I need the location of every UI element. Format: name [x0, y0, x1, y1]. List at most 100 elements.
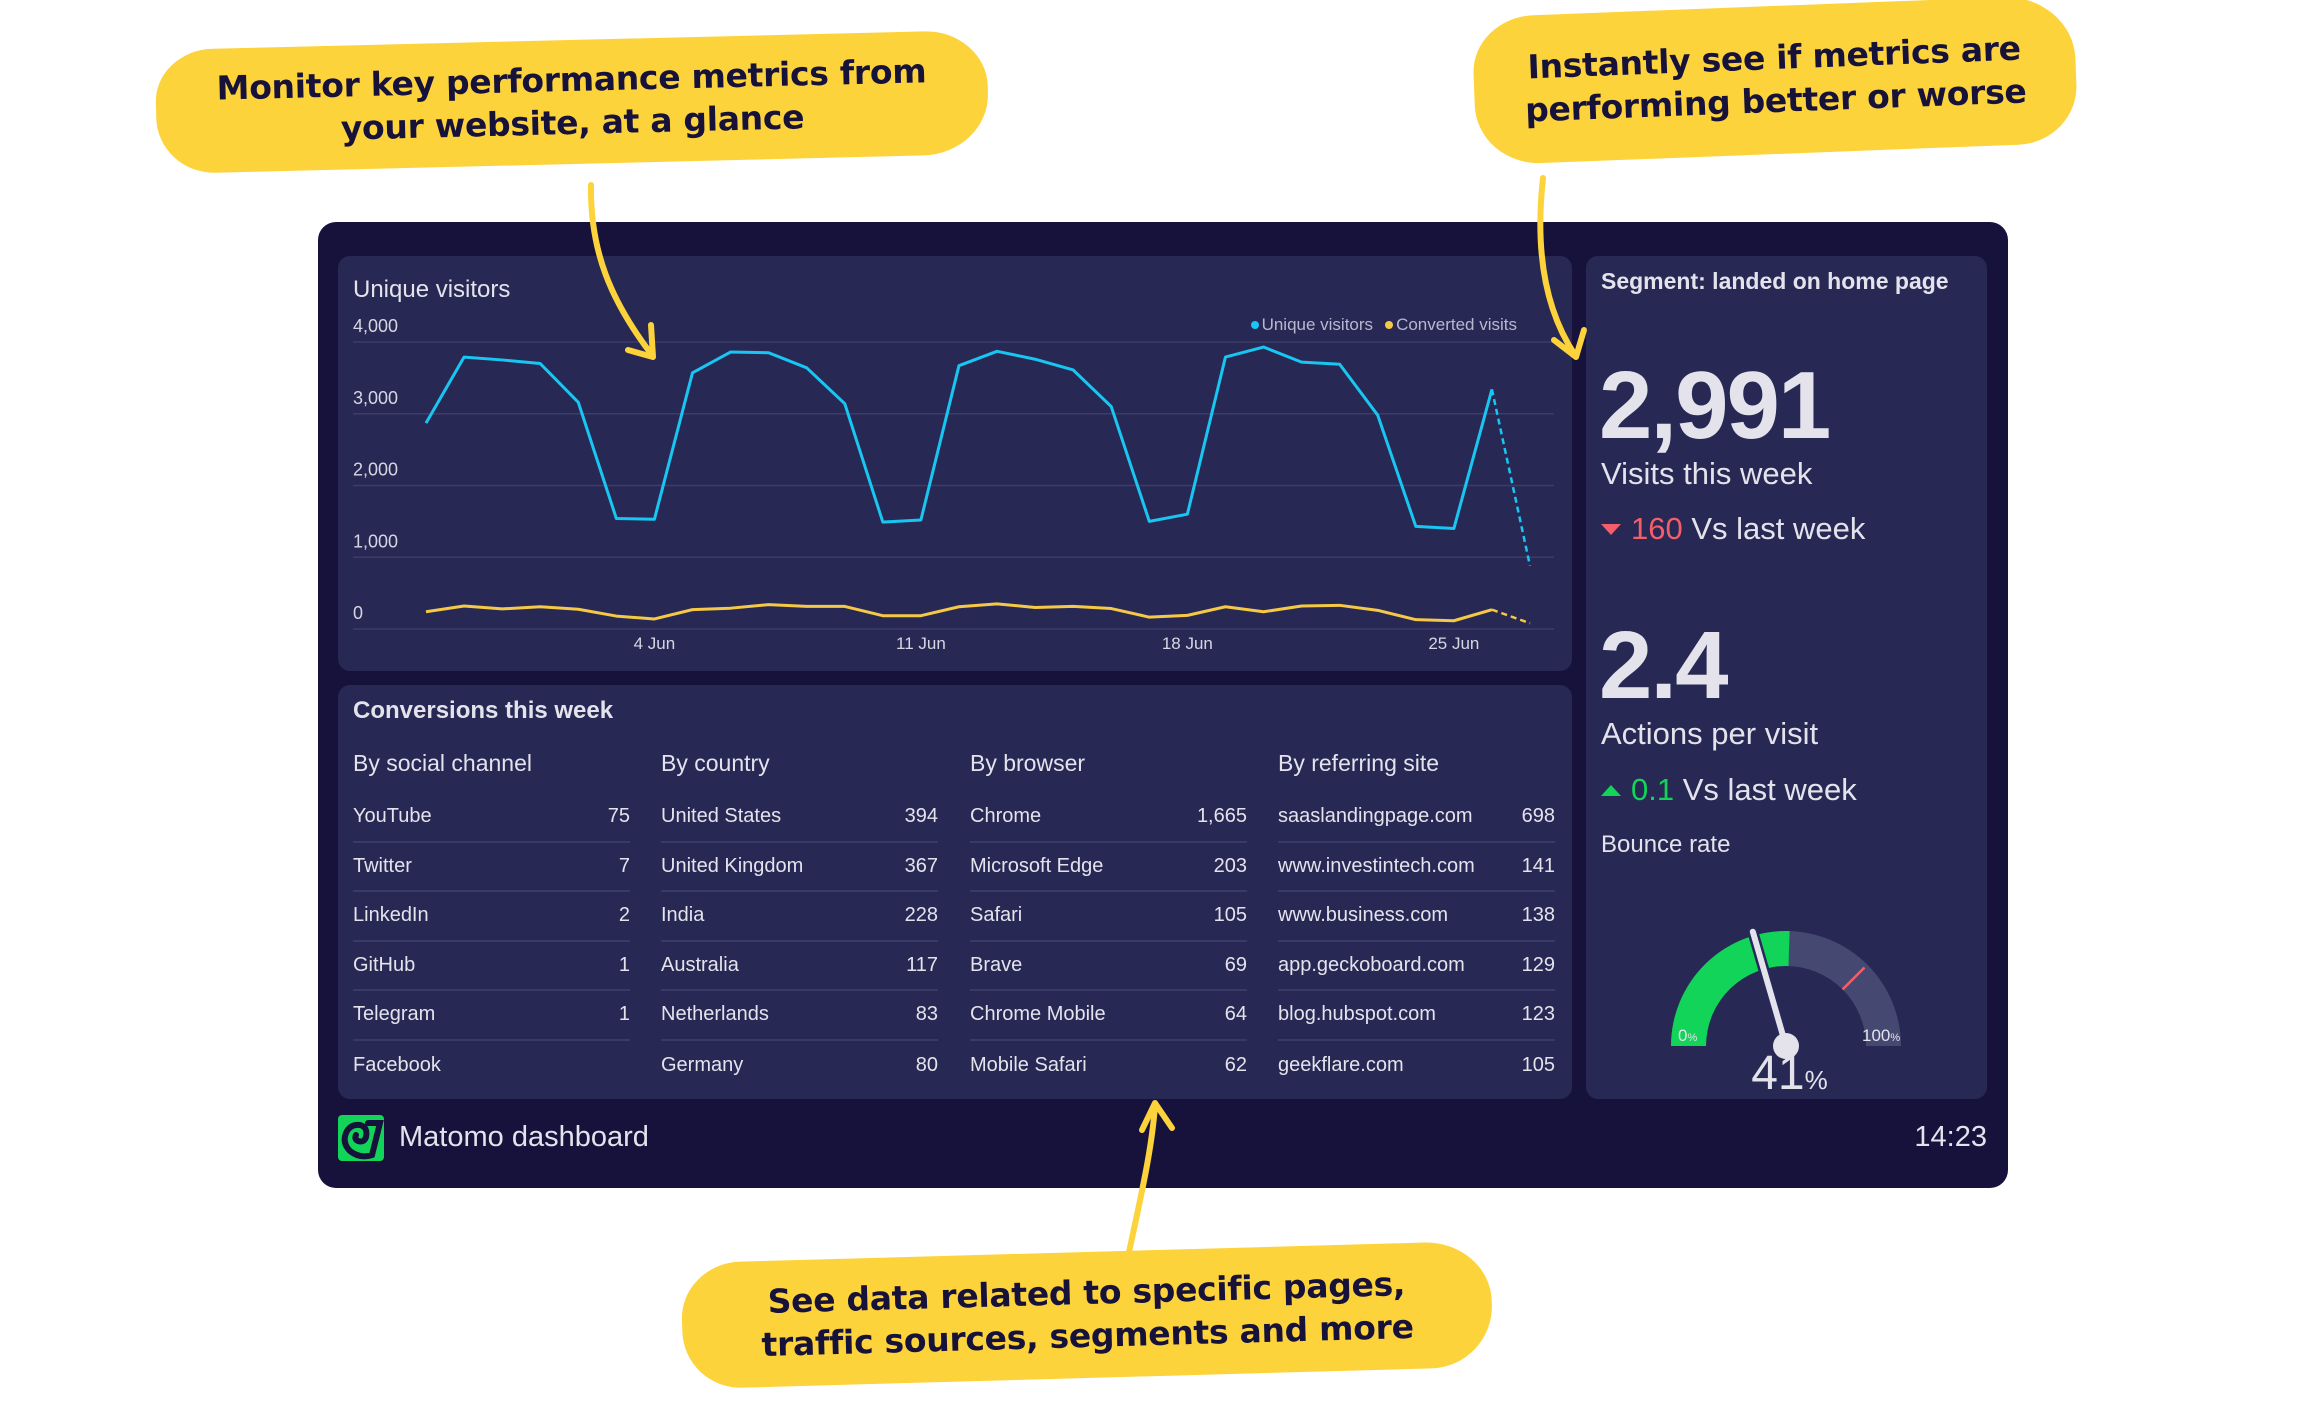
row-value: 698 — [1521, 805, 1555, 828]
clock-time: 14:23 — [1914, 1121, 1987, 1153]
arrow-down-icon — [1601, 523, 1621, 535]
table-row: Chrome Mobile 64 — [970, 991, 1247, 1041]
arrow-up-icon — [1601, 784, 1621, 796]
legend-label: Unique visitors — [1261, 315, 1374, 334]
table-row: Telegram 1 — [353, 991, 630, 1041]
row-label: Chrome — [970, 805, 1042, 828]
table-row: YouTube 75 — [353, 793, 630, 843]
widget-title: Unique visitors — [353, 276, 511, 303]
table-row: Netherlands 83 — [661, 991, 938, 1041]
chart-legend: Unique visitors Converted visits — [1250, 315, 1517, 335]
callout-text: See data related to specific pages, traf… — [760, 1264, 1415, 1365]
y-tick-label: 0 — [353, 603, 363, 623]
row-value: 62 — [1224, 1053, 1247, 1076]
row-value: 1 — [618, 953, 630, 976]
table-row: www.business.com 138 — [1278, 892, 1555, 942]
delta-label: Vs last week — [1691, 511, 1866, 546]
table-row: app.geckoboard.com 129 — [1278, 942, 1555, 991]
row-label: India — [661, 904, 705, 927]
row-label: Safari — [970, 904, 1023, 927]
delta-value: 0.1 — [1631, 772, 1675, 807]
series-line-unique-visitors — [424, 345, 1494, 531]
visits-label: Visits this week — [1601, 456, 1813, 491]
row-label: Germany — [661, 1053, 744, 1076]
column-header: By country — [661, 750, 770, 776]
row-value: 1,665 — [1196, 805, 1247, 828]
conversions-widget: Conversions this week By social channel … — [338, 685, 1572, 1099]
series-projection-converted-visits — [1491, 608, 1531, 625]
delta-value: 160 — [1631, 511, 1683, 546]
row-value: 228 — [904, 904, 938, 927]
geckoboard-logo-icon — [338, 1115, 384, 1161]
table-row: Brave 69 — [970, 942, 1247, 991]
table-row: Chrome 1,665 — [970, 793, 1247, 843]
column-header: By social channel — [353, 750, 532, 776]
unique-visitors-widget: 0 1,000 2,000 3,000 4,000 4 Jun 11 Jun 18 Jun 25… — [338, 256, 1572, 671]
row-value: 7 — [618, 854, 630, 877]
actions-label: Actions per visit — [1601, 716, 1819, 751]
x-tick-label: 4 Jun — [634, 634, 676, 653]
table-row: Microsoft Edge 203 — [970, 843, 1247, 892]
row-label: www.investintech.com — [1278, 854, 1475, 877]
row-label: Telegram — [353, 1003, 436, 1026]
gauge-max-value: 100 — [1862, 1026, 1891, 1045]
table-row: United Kingdom 367 — [661, 843, 938, 892]
row-value: 129 — [1521, 953, 1555, 976]
row-label: geekflare.com — [1278, 1053, 1404, 1076]
row-label: Netherlands — [661, 1003, 769, 1026]
row-value: 367 — [904, 854, 938, 877]
browser-column: By browser Chrome 1,665 Microsoft Edge 203… — [970, 743, 1247, 1090]
column-header: By browser — [970, 750, 1086, 776]
row-value: 123 — [1521, 1003, 1555, 1026]
row-value: 2 — [618, 904, 630, 927]
gauge-max-label: 100% — [1862, 1026, 1900, 1046]
row-value: 64 — [1224, 1003, 1247, 1026]
legend-dot-icon — [1250, 321, 1259, 329]
series-projection-unique-visitors — [1490, 389, 1532, 567]
table-row: Facebook — [353, 1041, 630, 1091]
row-value: 80 — [915, 1053, 938, 1076]
legend-label: Converted visits — [1396, 315, 1517, 334]
table-row: LinkedIn 2 — [353, 892, 630, 942]
row-label: United States — [661, 805, 782, 828]
table-row: India 228 — [661, 892, 938, 942]
y-tick-label: 1,000 — [353, 531, 398, 551]
x-tick-label: 25 Jun — [1428, 634, 1479, 653]
dashboard-frame: 0 1,000 2,000 3,000 4,000 4 Jun 11 Jun 18 Jun 25… — [318, 222, 2008, 1188]
callout-better-or-worse: Instantly see if metrics are performing … — [1471, 0, 2079, 166]
table-row: geekflare.com 105 — [1278, 1041, 1555, 1091]
row-label: United Kingdom — [661, 854, 804, 877]
dashboard-title: Matomo dashboard — [399, 1121, 649, 1153]
row-label: Facebook — [353, 1053, 441, 1076]
callout-segments: See data related to specific pages, traf… — [680, 1240, 1494, 1390]
y-tick-label: 2,000 — [353, 460, 398, 480]
row-label: Australia — [661, 953, 739, 976]
row-value: 105 — [1521, 1053, 1555, 1076]
x-tick-label: 11 Jun — [896, 634, 946, 653]
column-header: By referring site — [1278, 750, 1440, 776]
row-label: app.geckoboard.com — [1278, 953, 1465, 976]
legend-item-unique-visitors: Unique visitors — [1250, 315, 1374, 335]
delta-label: Vs last week — [1682, 772, 1857, 807]
widget-title: Conversions this week — [353, 697, 614, 724]
row-label: Chrome Mobile — [970, 1003, 1106, 1026]
gauge-min-label: 0% — [1678, 1026, 1697, 1046]
bounce-rate-value: 41% — [1586, 1046, 1987, 1101]
series-line-converted-visits — [425, 602, 1493, 623]
table-row: Safari 105 — [970, 892, 1247, 942]
row-value: 117 — [906, 953, 938, 976]
row-label: Brave — [970, 953, 1023, 976]
widget-title: Segment: landed on home page — [1601, 268, 1949, 294]
table-row: Twitter 7 — [353, 843, 630, 892]
country-column: By country United States 394 United Kingd… — [661, 743, 938, 1090]
gauge-min-unit: % — [1687, 1032, 1698, 1044]
row-value: 203 — [1213, 854, 1247, 877]
row-label: blog.hubspot.com — [1278, 1003, 1436, 1026]
y-tick-label: 3,000 — [353, 388, 398, 408]
table-row: Australia 117 — [661, 942, 938, 991]
row-label: Mobile Safari — [970, 1053, 1087, 1076]
visits-value: 2,991 — [1599, 352, 1831, 459]
row-label: saaslandingpage.com — [1278, 805, 1473, 828]
row-value: 141 — [1521, 854, 1555, 877]
row-value: 83 — [915, 1003, 938, 1026]
